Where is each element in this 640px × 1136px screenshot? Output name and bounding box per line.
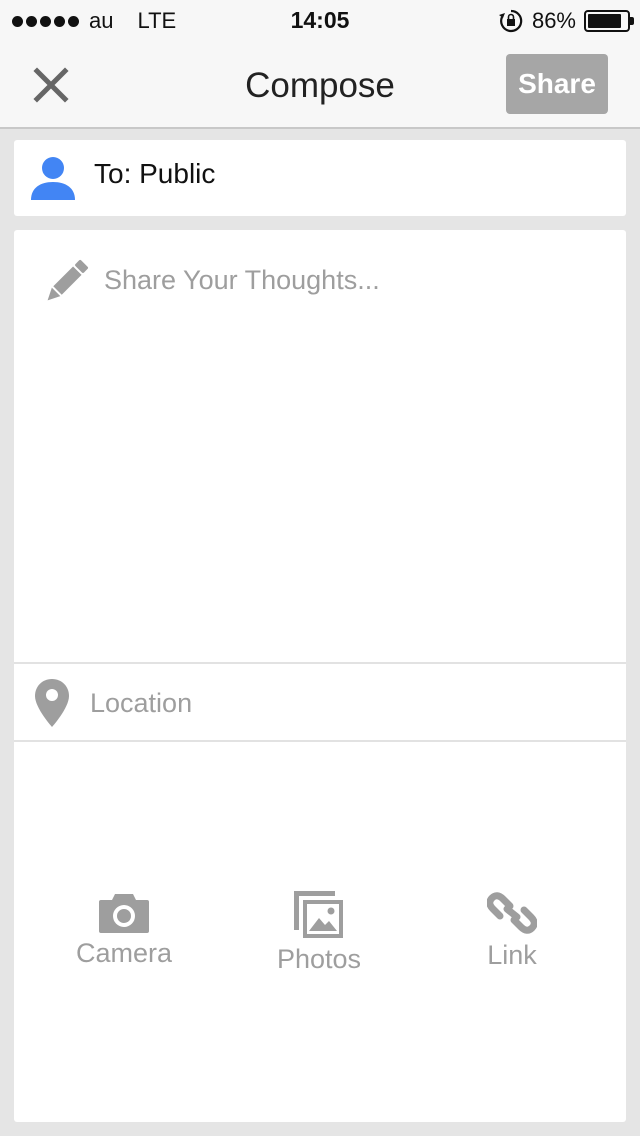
- person-icon: [31, 157, 75, 200]
- photos-icon: [294, 891, 343, 938]
- compose-card: Location Camera Photos Link: [14, 230, 626, 1122]
- photos-button[interactable]: Photos: [229, 890, 409, 980]
- link-icon: [487, 892, 537, 934]
- rotation-lock-icon: [498, 9, 523, 33]
- camera-label: Camera: [75, 938, 173, 968]
- camera-button[interactable]: Camera: [34, 890, 214, 980]
- pencil-icon: [47, 259, 89, 301]
- divider: [14, 740, 626, 742]
- audience-selector[interactable]: To: Public: [14, 140, 626, 216]
- battery-icon: [584, 10, 634, 32]
- share-button[interactable]: Share: [506, 54, 608, 114]
- camera-icon: [99, 894, 149, 933]
- battery-percentage: 86%: [531, 8, 576, 33]
- location-pin-icon: [35, 679, 69, 727]
- location-field[interactable]: Location: [14, 664, 626, 740]
- photos-label: Photos: [276, 944, 362, 974]
- status-bar: au LTE 14:05 86%: [0, 0, 640, 40]
- status-right: 86%: [498, 8, 634, 34]
- link-button[interactable]: Link: [422, 890, 602, 980]
- nav-bar: Compose Share: [0, 40, 640, 129]
- audience-label: To: Public: [94, 158, 216, 189]
- share-thoughts-input[interactable]: [104, 260, 604, 300]
- link-label: Link: [487, 940, 537, 970]
- location-label: Location: [90, 688, 193, 718]
- battery-fill: [588, 14, 621, 28]
